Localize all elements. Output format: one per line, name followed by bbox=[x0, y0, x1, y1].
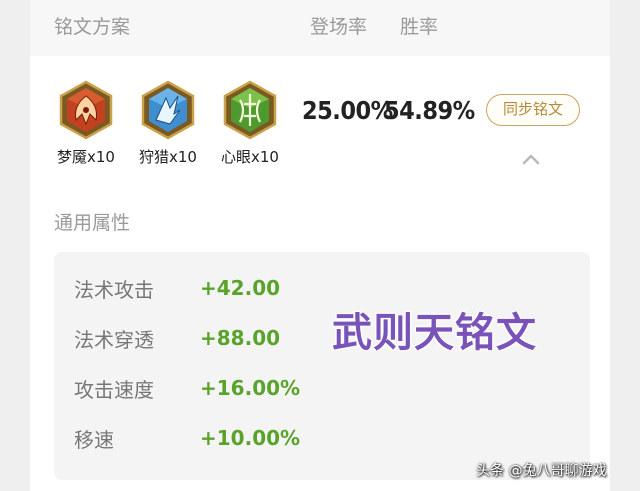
attr-value-attack-speed: +16.00% bbox=[200, 376, 301, 400]
attr-name-move-speed: 移速 bbox=[74, 428, 114, 452]
table-header: 铭文方案 登场率 胜率 bbox=[30, 0, 610, 56]
right-background bbox=[610, 0, 640, 491]
rune-item-red[interactable]: 梦魇x10 bbox=[54, 80, 118, 167]
attr-name-magic-pierce: 法术穿透 bbox=[74, 328, 154, 352]
attr-name-attack-speed: 攻击速度 bbox=[74, 378, 154, 402]
green-rune-icon bbox=[223, 80, 277, 140]
left-background bbox=[0, 0, 30, 491]
rune-label-blue: 狩猎x10 bbox=[139, 148, 197, 166]
chevron-up-icon[interactable] bbox=[520, 150, 542, 168]
rune-item-blue[interactable]: 狩猎x10 bbox=[136, 80, 200, 167]
attr-value-magic-attack: +42.00 bbox=[200, 276, 281, 300]
rune-plan-card: 铭文方案 登场率 胜率 梦魇x10 狩猎x10 心眼x10 25.00% 54.… bbox=[30, 0, 610, 491]
pick-rate-value: 25.00% bbox=[302, 96, 393, 125]
rune-item-green[interactable]: 心眼x10 bbox=[218, 80, 282, 167]
win-rate-value: 54.89% bbox=[384, 96, 475, 125]
overlay-caption: 武则天铭文 bbox=[332, 310, 537, 356]
header-pick-rate: 登场率 bbox=[310, 16, 368, 38]
rune-label-green: 心眼x10 bbox=[221, 148, 279, 166]
blue-rune-icon bbox=[141, 80, 195, 140]
attributes-panel: 法术攻击 +42.00 法术穿透 +88.00 攻击速度 +16.00% 移速 … bbox=[54, 252, 590, 480]
red-rune-icon bbox=[59, 80, 113, 140]
header-title: 铭文方案 bbox=[54, 16, 131, 38]
attributes-section-title: 通用属性 bbox=[54, 212, 131, 234]
attr-value-magic-pierce: +88.00 bbox=[200, 326, 281, 350]
attr-name-magic-attack: 法术攻击 bbox=[74, 278, 154, 302]
sync-runes-button[interactable]: 同步铭文 bbox=[486, 94, 580, 126]
attr-value-move-speed: +10.00% bbox=[200, 426, 301, 450]
watermark: 头条 @兔八哥聊游戏 bbox=[476, 463, 607, 479]
header-win-rate: 胜率 bbox=[400, 16, 439, 38]
rune-label-red: 梦魇x10 bbox=[57, 148, 115, 166]
